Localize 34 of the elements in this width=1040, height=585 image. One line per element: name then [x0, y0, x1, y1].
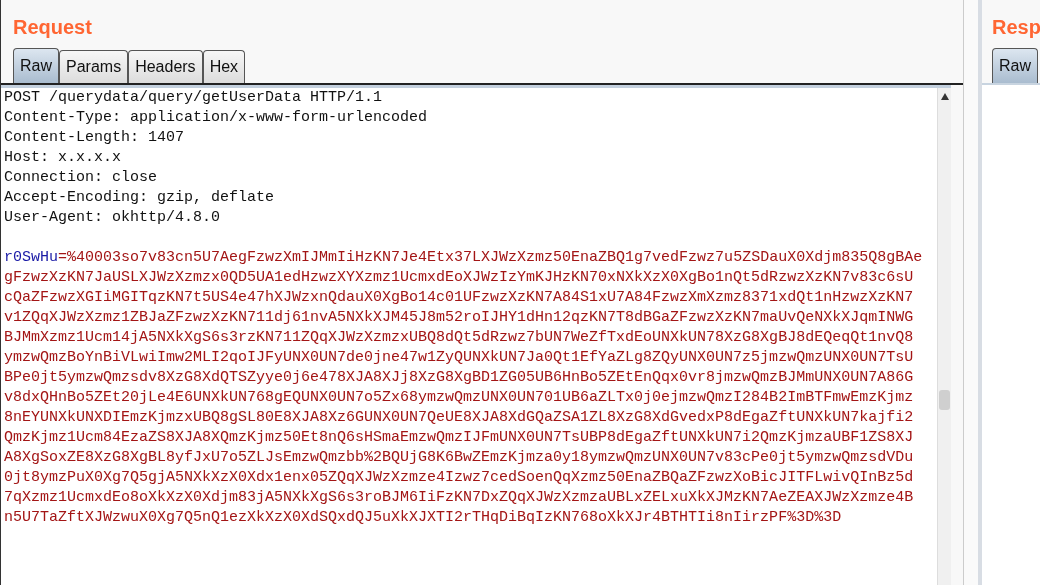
tab[interactable]: Raw: [992, 48, 1038, 83]
header-line: User-Agent: okhttp/4.8.0: [4, 208, 222, 228]
header-line: Connection: close: [4, 168, 159, 188]
header-line: Accept-Encoding: gzip, deflate: [4, 188, 276, 208]
param-value: v8dxQHnBo5ZEt20jLe4E6UNXkUN768gEQUNX0UN7o5Zx68ymzwQmzUNX0UN701UB6aZLTx0j0ejmzwQmzI284B2ImBTFmwEmzKjmz: [4, 388, 915, 408]
param-value: 0jt8ymzPuX0Xg7Q5gjA5NXkXzX0Xdx1enx05ZQqXJWzXzmze4Izwz7cedSoenQqXzmz50EnaZBQaZFzwzXoBicJITFLwivQInBz5d: [4, 468, 915, 488]
panel-title: Request: [12, 15, 93, 40]
param-value: 8nEYUNXkUNXDIEmzKjmzxUBQ8gSL80E8XJA8Xz6GUNX0UN7QeUE8XJA8XdGQaZSA1ZL8XzG8XdGvedxP8dEgaZftUNXkUN7kajfi2: [4, 408, 915, 428]
param-value: n5U7TaZftXJWzwuX0Xg7Q5nQ1ezXkXzX0XdSQxdQJ5uXkXJXTI2rTHqDiBqIzKN768oXkXJr4BTHTIi8nIirzPF%3D%3D: [4, 508, 843, 528]
text-editor[interactable]: [1, 85, 951, 585]
param-value: cQaZFzwzXGIiMGITqzKN7t5US4e47hXJWzxnQdauX0XgBo14c01UFzwzXzKN7A84S1xU7A84FzwzXmXzmz8371xdQt1nHzwzXzKN7: [4, 288, 915, 308]
tab[interactable]: Params: [59, 50, 129, 83]
header-line: Content-Length: 1407: [4, 128, 186, 148]
header-line: Host: x.x.x.x: [4, 148, 123, 168]
scroll-up-arrow-icon[interactable]: [940, 93, 949, 100]
param-value: QmzKjmz1Ucm84EzaZS8XJA8XQmzKjmz50Et8nQ6sHSmaEmzwQmzIJFmUNX0UN7TsUBP8dEgaZftUNXkUN7i2QmzKjmzaUBF1ZS8XJ: [4, 428, 915, 448]
param-value: BJMmXzmz1Ucm14jA5NXkXgS6s3rzKN711ZQqXJWzXzmzxUBQ8dQt5dRzwz7bUN7WeZfTxdEoUNXkUN78XzG8XgBJ8dEQeqQt1nvQ8: [4, 328, 915, 348]
param-value: gFzwzXzKN7JaUSLXJWzXzmzx0QD5UA1edHzwzXYXzmz1UcmxdEoXJWzIzYmKJHzKN70xNXkXzX0XgBo1nQt5dRzwzXzKN7v83c6sU: [4, 268, 915, 288]
param-value: v1ZQqXJWzXzmz1ZBJaZFzwzXzKN711dj61nvA5NXkXJM45J8m52roIJHY1dHn12qzKN7T8dBGaZFzwzXzKN7maUvQeNXkXJqmINWG: [4, 308, 915, 328]
panel-title: Resp: [991, 15, 1040, 40]
header-line: POST /querydata/query/getUserData HTTP/1.1: [4, 88, 384, 108]
param-value: A8XgSoxZE8XzG8XgBL8yfJxU7o5ZLJsEmzwQmzbb%2BQUjG8K6BwZEmzKjmza0y18ymzwQmzUNX0UN7v83cPe0jt5ymzwQmzsdVDu: [4, 448, 915, 468]
tab[interactable]: Headers: [128, 50, 203, 83]
param-value: ymzwQmzBoYnBiVLwiImw2MLI2qoIJFyUNX0UN7de0jne47w1ZyQUNXkUN7Ja0Qt1EfYaZLg8ZQyUNX0UN7z5jmzwQmzUNX0UN7TsU: [4, 348, 915, 368]
tab[interactable]: Hex: [202, 50, 246, 83]
param-value: =%40003so7v83cn5U7AegFzwzXmIJMmIiHzKN7Je4Etx37LXJWzXzmz50EnaZBQ1g7vedFzwz7u5ZSDauX0Xdjm835Q8gBAe: [58, 249, 923, 266]
header-line: Content-Type: application/x-www-form-urlencoded: [4, 108, 429, 128]
scrollbar-thumb[interactable]: [939, 390, 950, 410]
param-value: 7qXzmz1UcmxdEo8oXkXzX0Xdjm83jA5NXkXgS6s3roBJM6IiFzKN7DxZQqXJWzXzmzaUBLxZELxuXkXJMzKN7AeZEAXJWzXzmze4B: [4, 488, 915, 508]
param-name: r0SwHu: [4, 249, 58, 266]
splitter[interactable]: [963, 0, 982, 585]
scrollbar[interactable]: [937, 88, 951, 585]
param-value: BPe0jt5ymzwQmzsdv8XzG8XdQTSZyye0j6e478XJA8XJj8XzG8XgBD1ZG05UB6HnBo5ZEtEnQqx0vr8jmzwQmzBJMmUNX0UN7A86G: [4, 368, 915, 388]
tab[interactable]: Raw: [13, 48, 59, 83]
